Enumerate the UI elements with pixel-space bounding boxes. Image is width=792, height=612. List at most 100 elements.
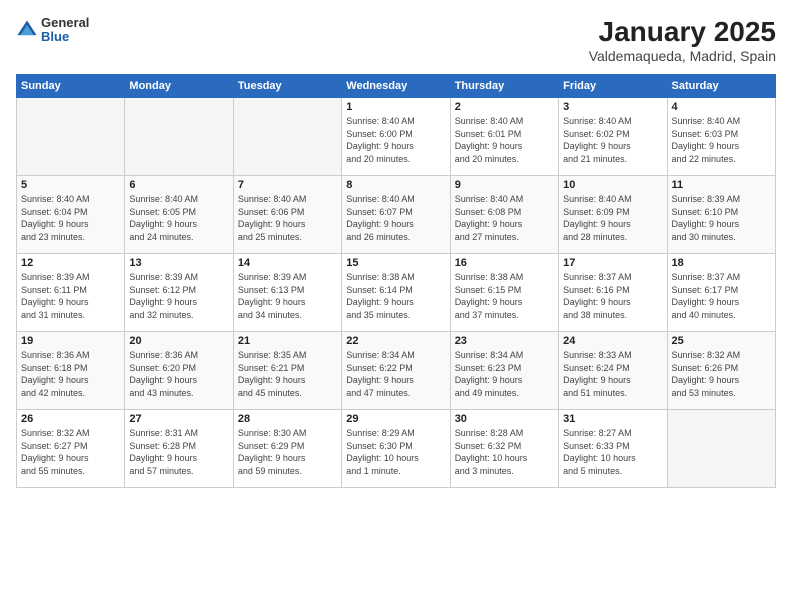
- day-number: 22: [346, 335, 445, 347]
- day-number: 23: [455, 335, 554, 347]
- day-number: 20: [129, 335, 228, 347]
- calendar-cell: 20 Sunrise: 8:36 AM Sunset: 6:20 PM Dayli…: [125, 332, 233, 410]
- calendar-cell: 11 Sunrise: 8:39 AM Sunset: 6:10 PM Dayli…: [667, 176, 775, 254]
- day-number: 17: [563, 257, 662, 269]
- day-number: 5: [21, 179, 120, 191]
- week-row-4: 19Sunrise: 8:36 AM Sunset: 6:18 PM Dayli…: [17, 332, 776, 410]
- day-info: Sunrise: 8:32 AM Sunset: 6:26 PM Dayligh…: [672, 349, 771, 399]
- logo-blue: Blue: [41, 30, 89, 44]
- calendar-cell: 2 Sunrise: 8:40 AM Sunset: 6:01 PM Daylig…: [450, 98, 558, 176]
- calendar-cell: 25 Sunrise: 8:32 AM Sunset: 6:26 PM Dayli…: [667, 332, 775, 410]
- day-info: Sunrise: 8:39 AM Sunset: 6:13 PM Dayligh…: [238, 271, 337, 321]
- day-info: Sunrise: 8:32 AM Sunset: 6:27 PM Dayligh…: [21, 427, 120, 477]
- day-info: Sunrise: 8:38 AM Sunset: 6:15 PM Dayligh…: [455, 271, 554, 321]
- day-number: 30: [455, 413, 554, 425]
- header: General Blue January 2025 Valdemaqueda, …: [16, 16, 776, 64]
- calendar-cell: 15Sunrise: 8:38 AM Sunset: 6:14 PM Dayli…: [342, 254, 450, 332]
- calendar-cell: 6Sunrise: 8:40 AM Sunset: 6:05 PM Daylig…: [125, 176, 233, 254]
- day-info: Sunrise: 8:40 AM Sunset: 6:00 PM Dayligh…: [346, 115, 445, 165]
- day-info: Sunrise: 8:39 AM Sunset: 6:10 PM Dayligh…: [672, 193, 771, 243]
- calendar-cell: [233, 98, 341, 176]
- logo-icon: [16, 19, 38, 41]
- calendar-cell: 29 Sunrise: 8:29 AM Sunset: 6:30 PM Dayli…: [342, 410, 450, 488]
- header-monday: Monday: [125, 75, 233, 98]
- day-info: Sunrise: 8:34 AM Sunset: 6:23 PM Dayligh…: [455, 349, 554, 399]
- day-info: Sunrise: 8:40 AM Sunset: 6:01 PM Dayligh…: [455, 115, 554, 165]
- day-number: 8: [346, 179, 445, 191]
- header-saturday: Saturday: [667, 75, 775, 98]
- calendar-cell: 21 Sunrise: 8:35 AM Sunset: 6:21 PM Dayli…: [233, 332, 341, 410]
- day-number: 26: [21, 413, 120, 425]
- day-info: Sunrise: 8:33 AM Sunset: 6:24 PM Dayligh…: [563, 349, 662, 399]
- day-info: Sunrise: 8:40 AM Sunset: 6:06 PM Dayligh…: [238, 193, 337, 243]
- calendar-subtitle: Valdemaqueda, Madrid, Spain: [589, 48, 776, 64]
- calendar-cell: [17, 98, 125, 176]
- header-wednesday: Wednesday: [342, 75, 450, 98]
- day-number: 10: [563, 179, 662, 191]
- day-number: 4: [672, 101, 771, 113]
- calendar-cell: 5Sunrise: 8:40 AM Sunset: 6:04 PM Daylig…: [17, 176, 125, 254]
- calendar-cell: 31 Sunrise: 8:27 AM Sunset: 6:33 PM Dayli…: [559, 410, 667, 488]
- header-tuesday: Tuesday: [233, 75, 341, 98]
- day-info: Sunrise: 8:36 AM Sunset: 6:20 PM Dayligh…: [129, 349, 228, 399]
- calendar-cell: 1 Sunrise: 8:40 AM Sunset: 6:00 PM Daylig…: [342, 98, 450, 176]
- day-info: Sunrise: 8:37 AM Sunset: 6:16 PM Dayligh…: [563, 271, 662, 321]
- logo-general: General: [41, 16, 89, 30]
- logo: General Blue: [16, 16, 89, 45]
- day-info: Sunrise: 8:39 AM Sunset: 6:11 PM Dayligh…: [21, 271, 120, 321]
- header-friday: Friday: [559, 75, 667, 98]
- day-number: 9: [455, 179, 554, 191]
- calendar-cell: 28Sunrise: 8:30 AM Sunset: 6:29 PM Dayli…: [233, 410, 341, 488]
- calendar-cell: 12 Sunrise: 8:39 AM Sunset: 6:11 PM Dayli…: [17, 254, 125, 332]
- calendar-cell: 26 Sunrise: 8:32 AM Sunset: 6:27 PM Dayli…: [17, 410, 125, 488]
- calendar-cell: 22Sunrise: 8:34 AM Sunset: 6:22 PM Dayli…: [342, 332, 450, 410]
- day-number: 3: [563, 101, 662, 113]
- day-number: 16: [455, 257, 554, 269]
- day-info: Sunrise: 8:40 AM Sunset: 6:07 PM Dayligh…: [346, 193, 445, 243]
- week-row-2: 5Sunrise: 8:40 AM Sunset: 6:04 PM Daylig…: [17, 176, 776, 254]
- calendar-cell: 7Sunrise: 8:40 AM Sunset: 6:06 PM Daylig…: [233, 176, 341, 254]
- calendar-cell: 14 Sunrise: 8:39 AM Sunset: 6:13 PM Dayli…: [233, 254, 341, 332]
- day-number: 13: [129, 257, 228, 269]
- week-row-1: 1 Sunrise: 8:40 AM Sunset: 6:00 PM Daylig…: [17, 98, 776, 176]
- calendar-table: Sunday Monday Tuesday Wednesday Thursday…: [16, 74, 776, 488]
- header-sunday: Sunday: [17, 75, 125, 98]
- day-number: 2: [455, 101, 554, 113]
- day-info: Sunrise: 8:36 AM Sunset: 6:18 PM Dayligh…: [21, 349, 120, 399]
- day-info: Sunrise: 8:27 AM Sunset: 6:33 PM Dayligh…: [563, 427, 662, 477]
- day-number: 11: [672, 179, 771, 191]
- calendar-cell: 10Sunrise: 8:40 AM Sunset: 6:09 PM Dayli…: [559, 176, 667, 254]
- day-number: 1: [346, 101, 445, 113]
- day-number: 14: [238, 257, 337, 269]
- day-number: 12: [21, 257, 120, 269]
- weekday-header-row: Sunday Monday Tuesday Wednesday Thursday…: [17, 75, 776, 98]
- day-number: 15: [346, 257, 445, 269]
- day-number: 25: [672, 335, 771, 347]
- calendar-title: January 2025: [589, 16, 776, 48]
- calendar-cell: 3 Sunrise: 8:40 AM Sunset: 6:02 PM Daylig…: [559, 98, 667, 176]
- calendar-cell: 13 Sunrise: 8:39 AM Sunset: 6:12 PM Dayli…: [125, 254, 233, 332]
- day-info: Sunrise: 8:31 AM Sunset: 6:28 PM Dayligh…: [129, 427, 228, 477]
- calendar-cell: 4Sunrise: 8:40 AM Sunset: 6:03 PM Daylig…: [667, 98, 775, 176]
- day-info: Sunrise: 8:29 AM Sunset: 6:30 PM Dayligh…: [346, 427, 445, 477]
- week-row-5: 26 Sunrise: 8:32 AM Sunset: 6:27 PM Dayli…: [17, 410, 776, 488]
- calendar-page: General Blue January 2025 Valdemaqueda, …: [0, 0, 792, 612]
- calendar-cell: 8 Sunrise: 8:40 AM Sunset: 6:07 PM Daylig…: [342, 176, 450, 254]
- day-info: Sunrise: 8:40 AM Sunset: 6:02 PM Dayligh…: [563, 115, 662, 165]
- day-number: 6: [129, 179, 228, 191]
- calendar-cell: 9Sunrise: 8:40 AM Sunset: 6:08 PM Daylig…: [450, 176, 558, 254]
- day-number: 21: [238, 335, 337, 347]
- calendar-cell: [125, 98, 233, 176]
- day-number: 28: [238, 413, 337, 425]
- title-area: January 2025 Valdemaqueda, Madrid, Spain: [589, 16, 776, 64]
- calendar-cell: 30 Sunrise: 8:28 AM Sunset: 6:32 PM Dayli…: [450, 410, 558, 488]
- day-number: 29: [346, 413, 445, 425]
- calendar-cell: 24Sunrise: 8:33 AM Sunset: 6:24 PM Dayli…: [559, 332, 667, 410]
- day-info: Sunrise: 8:35 AM Sunset: 6:21 PM Dayligh…: [238, 349, 337, 399]
- calendar-cell: 18Sunrise: 8:37 AM Sunset: 6:17 PM Dayli…: [667, 254, 775, 332]
- calendar-cell: 27Sunrise: 8:31 AM Sunset: 6:28 PM Dayli…: [125, 410, 233, 488]
- day-info: Sunrise: 8:28 AM Sunset: 6:32 PM Dayligh…: [455, 427, 554, 477]
- day-info: Sunrise: 8:39 AM Sunset: 6:12 PM Dayligh…: [129, 271, 228, 321]
- day-info: Sunrise: 8:37 AM Sunset: 6:17 PM Dayligh…: [672, 271, 771, 321]
- day-number: 31: [563, 413, 662, 425]
